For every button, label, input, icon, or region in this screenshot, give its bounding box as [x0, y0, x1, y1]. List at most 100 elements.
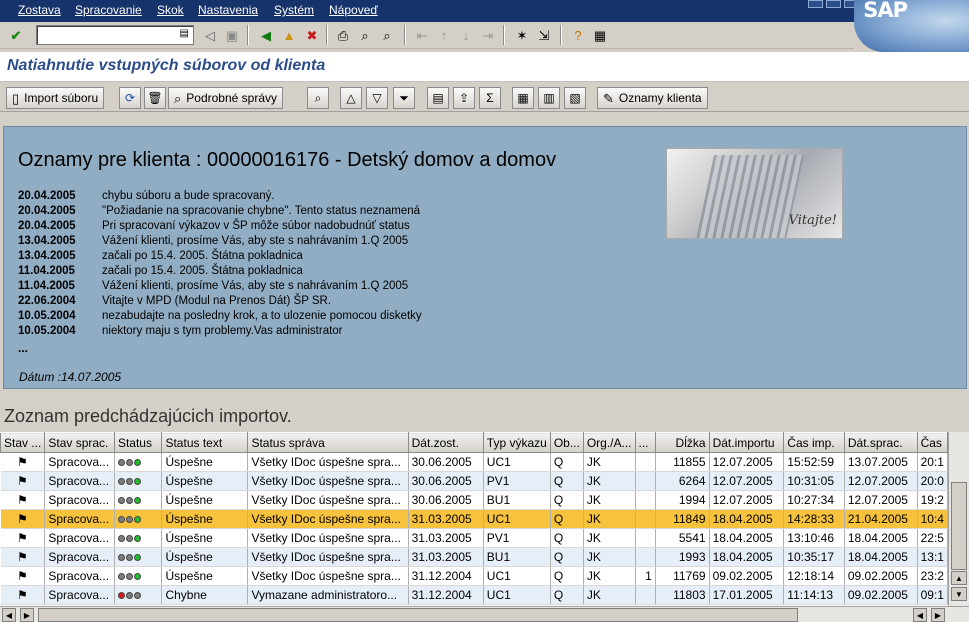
details-icon[interactable]: ⌕	[307, 87, 329, 109]
cell-len[interactable]: 11855	[655, 452, 710, 472]
cell-stav[interactable]: Spracova...	[44, 509, 115, 529]
cell-typ[interactable]: PV1	[483, 471, 551, 491]
table-row[interactable]: ⚑ Spracova... Úspešne Všetky IDoc úspešne s…	[0, 528, 948, 548]
cell-msg[interactable]: Všetky IDoc úspešne spra...	[247, 490, 409, 510]
status-lights-icon[interactable]	[114, 528, 163, 548]
cell-cimp[interactable]: 10:27:34	[783, 490, 845, 510]
col-header-status-text[interactable]: Status text	[161, 432, 249, 453]
cell-x[interactable]	[635, 452, 656, 472]
cell-dimp[interactable]: 12.07.2005	[709, 471, 785, 491]
col-header-status[interactable]: Status	[113, 432, 163, 453]
vertical-scrollbar[interactable]: ▲ ▼	[948, 432, 969, 606]
cell-dspr[interactable]: 18.04.2005	[844, 528, 918, 548]
col-header-org[interactable]: Org./A...	[582, 432, 636, 453]
cell-text[interactable]: Úspešne	[161, 490, 249, 510]
cell-cimp[interactable]: 10:31:05	[783, 471, 845, 491]
save-icon[interactable]: ▣	[222, 25, 242, 45]
cell-stav[interactable]: Spracova...	[44, 585, 115, 605]
cell-cas[interactable]: 23:2	[917, 566, 948, 586]
cell-cimp[interactable]: 15:52:59	[783, 452, 845, 472]
cell-dspr[interactable]: 13.07.2005	[844, 452, 918, 472]
cell-dspr[interactable]: 09.02.2005	[844, 585, 918, 605]
col-header-dat-zost[interactable]: Dát.zost.	[407, 432, 484, 453]
cell-ob[interactable]: Q	[550, 528, 584, 548]
cell-typ[interactable]: UC1	[483, 509, 551, 529]
help-icon[interactable]: ?	[568, 25, 588, 45]
cell-ob[interactable]: Q	[550, 471, 584, 491]
import-file-button[interactable]: ▯ Import súboru	[6, 87, 105, 109]
cell-dimp[interactable]: 12.07.2005	[709, 490, 785, 510]
col-header-cas[interactable]: Čas	[916, 432, 948, 453]
scroll-left-icon[interactable]: ◀	[2, 608, 16, 622]
status-lights-icon[interactable]	[114, 566, 163, 586]
refresh-icon[interactable]: ⟳	[119, 87, 141, 109]
cell-text[interactable]: Úspešne	[161, 528, 249, 548]
cell-cimp[interactable]: 12:18:14	[783, 566, 845, 586]
cell-text[interactable]: Úspešne	[161, 566, 249, 586]
cell-cas[interactable]: 20:0	[917, 471, 948, 491]
col-header-dat-sprac[interactable]: Dát.sprac.	[843, 432, 918, 453]
cell-len[interactable]: 11803	[655, 585, 710, 605]
cell-msg[interactable]: Vymazane administratoro...	[247, 585, 409, 605]
cell-dimp[interactable]: 12.07.2005	[709, 452, 785, 472]
flag-icon[interactable]: ⚑	[0, 471, 46, 491]
status-lights-icon[interactable]	[114, 452, 163, 472]
cell-msg[interactable]: Všetky IDoc úspešne spra...	[247, 471, 409, 491]
table-row[interactable]: ⚑ Spracova... Úspešne Všetky IDoc úspešne s…	[0, 509, 948, 529]
menu-skok[interactable]: Skok	[157, 3, 184, 17]
cell-org[interactable]: JK	[583, 509, 636, 529]
delete-icon[interactable]: 🗑	[144, 87, 166, 109]
sort-asc-icon[interactable]: △	[340, 87, 362, 109]
print-icon[interactable]: ⎙	[333, 25, 353, 45]
cell-dzost[interactable]: 30.06.2005	[408, 452, 484, 472]
cell-cas[interactable]: 13:1	[917, 547, 948, 567]
shortcut-icon[interactable]: ⇲	[534, 25, 554, 45]
scroll-right-end-icon[interactable]: ▶	[931, 608, 945, 622]
cell-dzost[interactable]: 31.03.2005	[408, 509, 484, 529]
cell-stav[interactable]: Spracova...	[44, 471, 115, 491]
cell-cas[interactable]: 09:1	[917, 585, 948, 605]
cell-dzost[interactable]: 30.06.2005	[408, 490, 484, 510]
cell-ob[interactable]: Q	[550, 452, 584, 472]
cell-len[interactable]: 1994	[655, 490, 710, 510]
filter-icon[interactable]: ⏷	[393, 87, 415, 109]
maximize-icon[interactable]	[826, 0, 841, 8]
cell-dzost[interactable]: 31.03.2005	[408, 528, 484, 548]
exit-icon[interactable]: ▲	[279, 25, 299, 45]
col-header-stav-sprac[interactable]: Stav sprac.	[44, 432, 115, 453]
cell-x[interactable]	[635, 528, 656, 548]
first-page-icon[interactable]: ⇤	[412, 25, 432, 45]
export-icon[interactable]: ⇪	[453, 87, 475, 109]
cell-cimp[interactable]: 10:35:17	[783, 547, 845, 567]
cell-ob[interactable]: Q	[550, 547, 584, 567]
cell-x[interactable]	[635, 585, 656, 605]
table-row[interactable]: ⚑ Spracova... Úspešne Všetky IDoc úspešne s…	[0, 566, 948, 586]
find-next-icon[interactable]: ⌕	[377, 25, 397, 45]
cell-len[interactable]: 11849	[655, 509, 710, 529]
cell-msg[interactable]: Všetky IDoc úspešne spra...	[247, 547, 409, 567]
cell-ob[interactable]: Q	[550, 509, 584, 529]
cell-dzost[interactable]: 31.12.2004	[408, 585, 484, 605]
cell-dimp[interactable]: 18.04.2005	[709, 528, 785, 548]
cell-dzost[interactable]: 31.12.2004	[408, 566, 484, 586]
cell-org[interactable]: JK	[583, 566, 636, 586]
cell-len[interactable]: 6264	[655, 471, 710, 491]
find-icon[interactable]: ⌕	[355, 25, 375, 45]
cell-stav[interactable]: Spracova...	[44, 547, 115, 567]
status-lights-icon[interactable]	[114, 490, 163, 510]
collapse-icon[interactable]: ◁	[200, 25, 220, 45]
col-header-dat-importu[interactable]: Dát.importu	[708, 432, 785, 453]
last-page-icon[interactable]: ⇥	[478, 25, 498, 45]
cell-org[interactable]: JK	[583, 452, 636, 472]
cell-x[interactable]	[635, 509, 656, 529]
cell-x[interactable]	[635, 547, 656, 567]
next-page-icon[interactable]: ↓	[456, 25, 476, 45]
cell-typ[interactable]: PV1	[483, 528, 551, 548]
cell-dspr[interactable]: 21.04.2005	[844, 509, 918, 529]
menu-system[interactable]: Systém	[274, 3, 314, 17]
col-header-ob[interactable]: Ob...	[549, 432, 584, 453]
detailed-messages-button[interactable]: ⌕ Podrobné správy	[168, 87, 284, 109]
cell-org[interactable]: JK	[583, 547, 636, 567]
status-lights-icon[interactable]	[114, 585, 163, 605]
cell-dspr[interactable]: 12.07.2005	[844, 490, 918, 510]
